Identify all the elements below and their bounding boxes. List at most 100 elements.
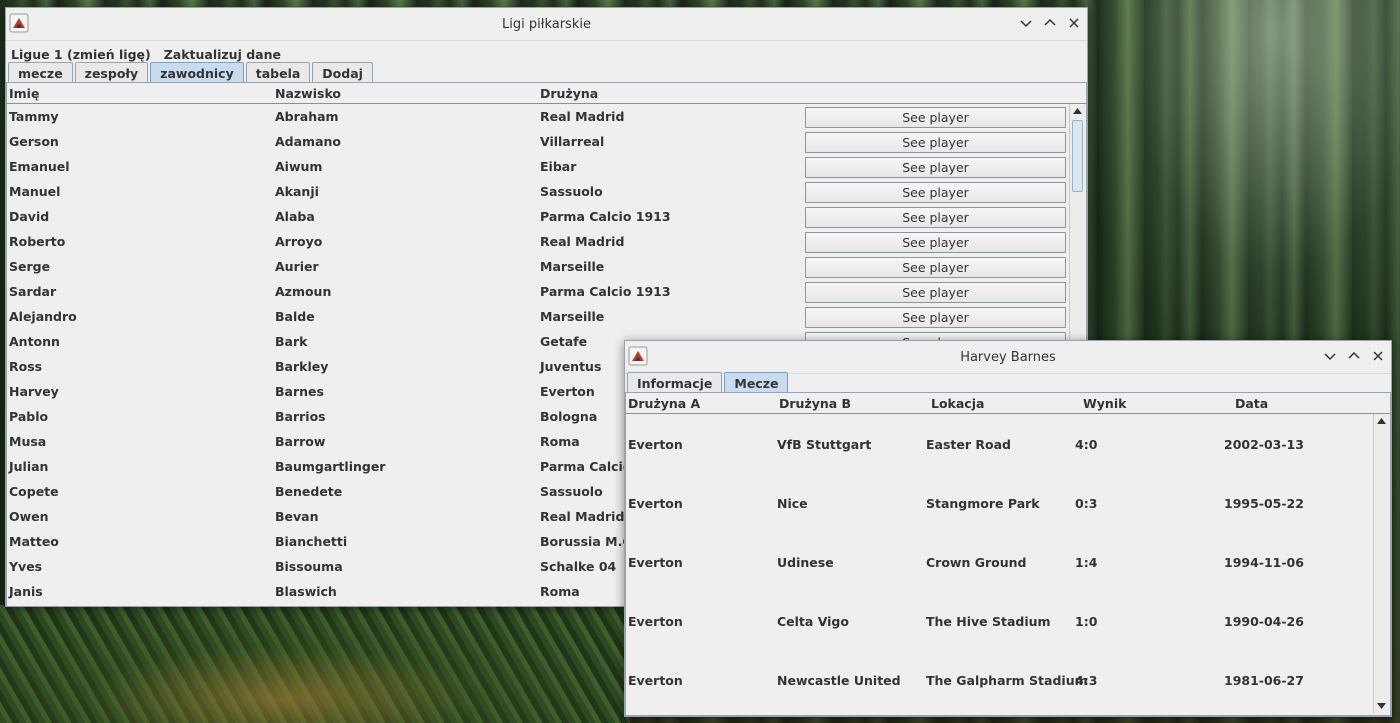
see-player-button[interactable]: See player [805, 182, 1066, 203]
player-last-name: Bissouma [275, 559, 343, 574]
player-window-titlebar[interactable]: Harvey Barnes [625, 341, 1391, 374]
see-player-button[interactable]: See player [805, 282, 1066, 303]
match-location: The Hive Stadium [926, 614, 1051, 629]
table-row[interactable]: Tammy Abraham Real Madrid See player [7, 104, 1067, 129]
player-last-name: Barnes [275, 384, 324, 399]
table-row[interactable]: Emanuel Aiwum Eibar See player [7, 154, 1067, 179]
player-last-name: Blaswich [275, 584, 337, 599]
player-first-name: Julian [9, 459, 49, 474]
col-druzyna[interactable]: Drużyna [540, 86, 598, 101]
player-first-name: Tammy [9, 109, 59, 124]
col-imie[interactable]: Imię [9, 86, 39, 101]
player-first-name: Antonn [9, 334, 60, 349]
player-first-name: Matteo [9, 534, 59, 549]
tab-tabela[interactable]: tabela [245, 62, 311, 83]
player-team: Roma [540, 584, 580, 599]
table-row[interactable]: Gerson Adamano Villarreal See player [7, 129, 1067, 154]
col-data[interactable]: Data [1235, 396, 1268, 411]
match-team-a: Everton [628, 437, 683, 452]
java-app-icon [628, 346, 648, 366]
player-first-name: Harvey [9, 384, 59, 399]
player-team: Getafe [540, 334, 588, 349]
see-player-button[interactable]: See player [805, 132, 1066, 153]
col-druzyna-a[interactable]: Drużyna A [628, 396, 700, 411]
table-row[interactable]: Everton Udinese Crown Ground 1:4 1994-11-06 [626, 532, 1371, 591]
player-window: Harvey Barnes Informacje Mecze Drużyna A… [624, 340, 1392, 717]
player-team: Marseille [540, 259, 605, 274]
tab-mecze[interactable]: Mecze [724, 372, 789, 393]
player-first-name: Owen [9, 509, 49, 524]
see-player-button[interactable]: See player [805, 157, 1066, 178]
player-first-name: Alejandro [9, 309, 77, 324]
scrollbar-thumb[interactable] [1072, 120, 1083, 192]
col-lokacja[interactable]: Lokacja [931, 396, 984, 411]
match-score: 1:4 [1075, 555, 1098, 570]
tab-informacje[interactable]: Informacje [627, 372, 723, 393]
close-icon[interactable] [1065, 14, 1083, 32]
player-first-name: Pablo [9, 409, 49, 424]
player-first-name: Musa [9, 434, 47, 449]
tab-zawodnicy[interactable]: zawodnicy [150, 62, 244, 83]
desktop-wallpaper-light [1090, 0, 1400, 340]
table-row[interactable]: Roberto Arroyo Real Madrid See player [7, 229, 1067, 254]
col-druzyna-b[interactable]: Drużyna B [779, 396, 851, 411]
main-tabs: mecze zespoły zawodnicy tabela Dodaj [8, 62, 373, 83]
menu-change-league[interactable]: Ligue 1 (zmień ligę) [11, 47, 151, 62]
player-first-name: Janis [9, 584, 43, 599]
table-row[interactable]: Manuel Akanji Sassuolo See player [7, 179, 1067, 204]
player-last-name: Bianchetti [275, 534, 348, 549]
player-last-name: Barkley [275, 359, 329, 374]
table-row[interactable]: Everton Nice Stangmore Park 0:3 1995-05-22 [626, 473, 1371, 532]
scroll-up-icon[interactable] [1374, 414, 1389, 428]
match-score: 1:0 [1075, 614, 1098, 629]
maximize-icon[interactable] [1041, 14, 1059, 32]
player-last-name: Aurier [275, 259, 319, 274]
player-last-name: Baumgartlinger [275, 459, 386, 474]
player-first-name: David [9, 209, 50, 224]
player-window-title: Harvey Barnes [960, 349, 1056, 365]
table-row[interactable]: Serge Aurier Marseille See player [7, 254, 1067, 279]
match-date: 2002-03-13 [1224, 437, 1304, 452]
player-team: Schalke 04 [540, 559, 617, 574]
player-last-name: Benedete [275, 484, 343, 499]
player-team: Juventus [540, 359, 602, 374]
see-player-button[interactable]: See player [805, 207, 1066, 228]
table-row[interactable]: Everton VfB Stuttgart Easter Road 4:0 2002-0… [626, 414, 1371, 473]
player-last-name: Bevan [275, 509, 319, 524]
player-last-name: Barrow [275, 434, 326, 449]
see-player-button[interactable]: See player [805, 307, 1066, 328]
match-team-b: Nice [777, 496, 808, 511]
close-icon[interactable] [1369, 347, 1387, 365]
maximize-icon[interactable] [1345, 347, 1363, 365]
minimize-icon[interactable] [1321, 347, 1339, 365]
see-player-button[interactable]: See player [805, 107, 1066, 128]
table-row[interactable]: Everton Celta Vigo The Hive Stadium 1:0 1990… [626, 591, 1371, 650]
table-row[interactable]: Alejandro Balde Marseille See player [7, 304, 1067, 329]
matches-scrollbar[interactable] [1373, 414, 1389, 713]
java-app-icon [9, 13, 29, 33]
table-row[interactable]: Sardar Azmoun Parma Calcio 1913 See player [7, 279, 1067, 304]
col-wynik[interactable]: Wynik [1083, 396, 1126, 411]
player-team: Sassuolo [540, 484, 603, 499]
player-first-name: Ross [9, 359, 43, 374]
tab-zespoly[interactable]: zespoły [74, 62, 149, 83]
menu-update-data[interactable]: Zaktualizuj dane [164, 47, 281, 62]
scroll-up-icon[interactable] [1070, 104, 1085, 118]
player-last-name: Balde [275, 309, 315, 324]
player-last-name: Aiwum [275, 159, 323, 174]
scroll-down-icon[interactable] [1374, 699, 1389, 713]
minimize-icon[interactable] [1017, 14, 1035, 32]
table-row[interactable]: David Alaba Parma Calcio 1913 See player [7, 204, 1067, 229]
match-location: Crown Ground [926, 555, 1027, 570]
player-first-name: Gerson [9, 134, 59, 149]
main-window-titlebar[interactable]: Ligi piłkarskie [6, 8, 1087, 41]
player-team: Parma Calcio 1913 [540, 209, 671, 224]
table-row[interactable]: Everton Newcastle United The Galpharm Stad… [626, 650, 1371, 709]
tab-mecze[interactable]: mecze [8, 62, 73, 83]
col-nazwisko[interactable]: Nazwisko [275, 86, 341, 101]
see-player-button[interactable]: See player [805, 232, 1066, 253]
player-team: Roma [540, 434, 580, 449]
tab-dodaj[interactable]: Dodaj [312, 62, 373, 83]
player-first-name: Yves [9, 559, 43, 574]
see-player-button[interactable]: See player [805, 257, 1066, 278]
